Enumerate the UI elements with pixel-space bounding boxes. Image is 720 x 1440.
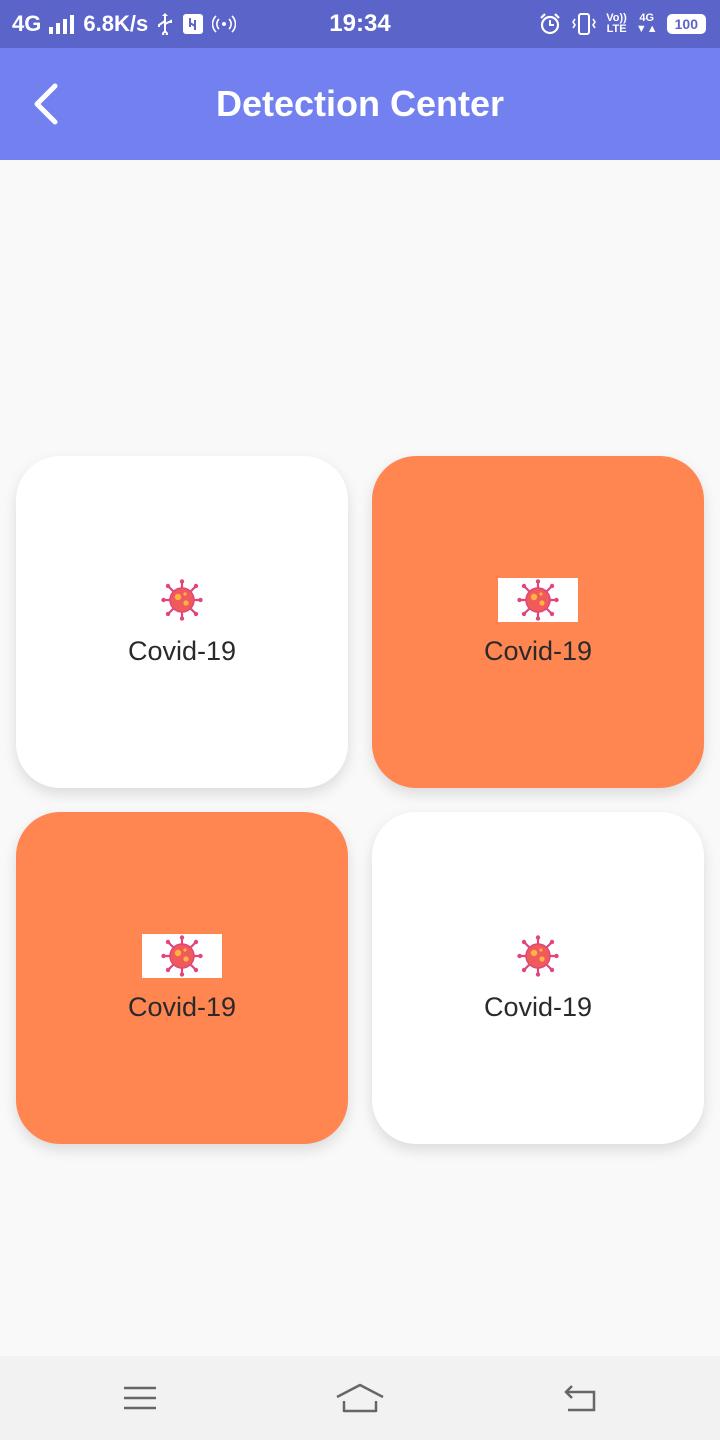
detection-card[interactable]: Covid-19 — [372, 456, 704, 788]
clock: 19:34 — [329, 10, 391, 37]
virus-icon — [161, 578, 203, 622]
menu-button[interactable] — [110, 1374, 170, 1422]
page-title: Detection Center — [215, 83, 505, 124]
detection-card[interactable]: Covid-19 — [372, 812, 704, 1144]
back-nav-button[interactable] — [550, 1374, 610, 1422]
app-bar: Detection Center — [0, 48, 720, 160]
card-label: Covid-19 — [127, 635, 237, 666]
detection-card[interactable]: Covid-19 — [16, 812, 348, 1144]
data-arrows-icon: ▼▲ — [635, 23, 658, 35]
status-bar: 4G 6.8K/s 19:34 Vo)) LTE 4G ▼▲ 100 — [0, 0, 720, 48]
virus-icon — [142, 933, 222, 978]
card-label: Covid-19 — [483, 991, 593, 1022]
battery-level: 100 — [666, 14, 706, 34]
home-button[interactable] — [330, 1374, 390, 1422]
vibrate-icon — [571, 12, 597, 36]
home-icon — [336, 1383, 384, 1413]
volte-indicator: Vo)) LTE — [606, 12, 627, 35]
back-arrow-icon — [564, 1385, 596, 1412]
card-label: Covid-19 — [127, 991, 237, 1022]
virus-icon — [498, 577, 578, 622]
alarm-icon — [538, 12, 562, 36]
menu-icon — [124, 1386, 156, 1410]
lte-indicator: 4G ▼▲ — [635, 12, 658, 35]
detection-card[interactable]: Covid-19 — [16, 456, 348, 788]
system-nav-bar — [0, 1356, 720, 1440]
virus-icon — [517, 934, 559, 978]
card-label: Covid-19 — [483, 635, 593, 666]
